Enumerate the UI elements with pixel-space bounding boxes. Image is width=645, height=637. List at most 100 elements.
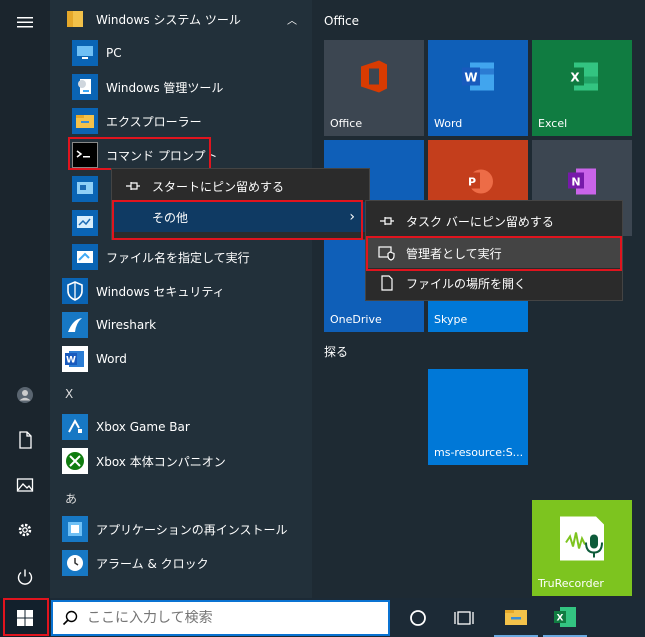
task-view-icon bbox=[454, 610, 474, 625]
xbox-game-bar-icon bbox=[62, 414, 88, 440]
powerpoint-icon: P bbox=[462, 167, 494, 200]
search-input[interactable] bbox=[87, 610, 367, 626]
file-explorer-icon bbox=[72, 108, 98, 134]
app-icon bbox=[72, 210, 98, 236]
app-label: Windows セキュリティ bbox=[96, 284, 225, 299]
app-list: Windows システム ツール ︿ PC Windows 管理ツール エクスプ… bbox=[50, 0, 312, 598]
svg-text:X: X bbox=[570, 71, 580, 85]
search-icon bbox=[53, 610, 87, 626]
tile-label: ms-resource:S... bbox=[434, 446, 524, 459]
alarm-clock-icon bbox=[62, 550, 88, 576]
power-icon[interactable] bbox=[0, 557, 50, 597]
cortana-circle-icon bbox=[410, 609, 426, 626]
onenote-icon: N bbox=[566, 167, 598, 200]
tile-label: Office bbox=[330, 117, 363, 130]
start-button[interactable] bbox=[0, 598, 50, 637]
file-explorer-icon bbox=[505, 609, 527, 625]
word-icon: W bbox=[62, 346, 88, 372]
documents-icon[interactable] bbox=[0, 420, 50, 460]
app-xbox-game-bar[interactable]: Xbox Game Bar bbox=[62, 411, 190, 443]
chevron-up-icon[interactable]: ︿ bbox=[287, 12, 297, 27]
app-label: アプリケーションの再インストール bbox=[96, 522, 288, 537]
app-pc[interactable]: PC bbox=[72, 37, 122, 69]
tile-label: Excel bbox=[538, 117, 568, 130]
app-label: Word bbox=[96, 352, 127, 366]
app-alarm-clock[interactable]: アラーム & クロック bbox=[62, 547, 209, 579]
app-label: アラーム & クロック bbox=[96, 556, 209, 571]
wireshark-fin-icon bbox=[62, 312, 88, 338]
app-reinstall[interactable]: アプリケーションの再インストール bbox=[62, 513, 288, 545]
app-xbox-companion[interactable]: Xbox 本体コンパニオン bbox=[62, 445, 226, 477]
menu-item-pin-start[interactable]: スタートにピン留めする bbox=[112, 171, 369, 201]
tile-excel[interactable]: X Excel bbox=[532, 40, 632, 136]
windows-logo-icon bbox=[17, 609, 33, 626]
taskbar-excel[interactable]: X bbox=[543, 598, 587, 637]
file-location-icon bbox=[374, 275, 400, 291]
app-label: Xbox Game Bar bbox=[96, 420, 190, 434]
menu-item-label: 管理者として実行 bbox=[406, 246, 502, 261]
command-prompt-icon bbox=[72, 142, 98, 168]
menu-item-label: その他 bbox=[152, 210, 189, 225]
pin-icon bbox=[374, 215, 400, 227]
pin-icon bbox=[120, 180, 146, 192]
tile-office[interactable]: Office bbox=[324, 40, 424, 136]
app-explorer[interactable]: エクスプローラー bbox=[72, 105, 202, 137]
pc-icon bbox=[72, 40, 98, 66]
app-wireshark[interactable]: Wireshark bbox=[62, 309, 156, 341]
microphone-icon bbox=[554, 513, 610, 568]
tile-trurecorder[interactable]: TruRecorder bbox=[532, 500, 632, 596]
hamburger-menu-icon[interactable] bbox=[0, 2, 50, 42]
app-label: Wireshark bbox=[96, 318, 157, 332]
app-label: Xbox 本体コンパニオン bbox=[96, 454, 226, 469]
admin-shield-icon bbox=[374, 245, 400, 261]
tile-label: Skype bbox=[434, 313, 468, 326]
app-windows-admin-tools[interactable]: Windows 管理ツール bbox=[72, 71, 223, 103]
app-label: ファイル名を指定して実行 bbox=[106, 250, 250, 265]
menu-item-label: タスク バーにピン留めする bbox=[406, 214, 554, 229]
app-hidden-1[interactable] bbox=[72, 173, 106, 205]
folder-windows-system-tools[interactable]: Windows システム ツール ︿ bbox=[62, 3, 307, 35]
group-label-explore: 探る bbox=[324, 345, 349, 359]
excel-icon: X bbox=[554, 606, 576, 627]
context-menu: スタートにピン留めする その他 › bbox=[111, 168, 370, 240]
chevron-right-icon: › bbox=[349, 209, 355, 225]
tile-label: TruRecorder bbox=[538, 577, 604, 590]
section-letter-a[interactable]: あ bbox=[65, 490, 77, 507]
pictures-icon[interactable] bbox=[0, 465, 50, 505]
taskbar-file-explorer[interactable] bbox=[494, 598, 538, 637]
excel-tile-icon: X bbox=[564, 61, 600, 96]
submenu: タスク バーにピン留めする 管理者として実行 ファイルの場所を開く bbox=[365, 200, 623, 301]
app-windows-security[interactable]: Windows セキュリティ bbox=[62, 275, 225, 307]
cortana-button[interactable] bbox=[396, 598, 440, 637]
app-hidden-2[interactable] bbox=[72, 207, 106, 239]
svg-text:W: W bbox=[464, 71, 477, 85]
menu-item-pin-taskbar[interactable]: タスク バーにピン留めする bbox=[366, 206, 622, 236]
app-command-prompt[interactable]: コマンド プロンプト bbox=[72, 139, 217, 171]
menu-item-label: スタートにピン留めする bbox=[152, 179, 285, 194]
svg-text:P: P bbox=[468, 176, 476, 189]
menu-item-more[interactable]: その他 › bbox=[112, 202, 369, 232]
task-view-button[interactable] bbox=[442, 598, 486, 637]
shield-icon bbox=[62, 278, 88, 304]
user-avatar-icon[interactable] bbox=[0, 375, 50, 415]
start-rail bbox=[0, 0, 50, 598]
app-label: Windows 管理ツール bbox=[106, 80, 224, 95]
folder-label: Windows システム ツール bbox=[96, 12, 241, 27]
tile-word[interactable]: W Word bbox=[428, 40, 528, 136]
app-word[interactable]: W Word bbox=[62, 343, 127, 375]
app-label: エクスプローラー bbox=[106, 114, 202, 129]
settings-gear-icon[interactable] bbox=[0, 510, 50, 550]
tile-ms-resource[interactable]: ms-resource:S... bbox=[428, 369, 528, 465]
svg-text:X: X bbox=[557, 613, 564, 623]
svg-text:N: N bbox=[571, 176, 580, 189]
taskbar-search-box[interactable] bbox=[51, 600, 390, 636]
section-letter-x[interactable]: X bbox=[65, 387, 73, 401]
app-run[interactable]: ファイル名を指定して実行 bbox=[72, 241, 250, 273]
reinstall-icon bbox=[62, 516, 88, 542]
menu-item-run-as-admin[interactable]: 管理者として実行 bbox=[366, 238, 622, 268]
menu-item-open-location[interactable]: ファイルの場所を開く bbox=[366, 268, 622, 298]
menu-item-label: ファイルの場所を開く bbox=[406, 276, 527, 291]
admin-tools-icon bbox=[72, 74, 98, 100]
app-label: PC bbox=[106, 46, 122, 60]
folder-icon bbox=[62, 6, 88, 32]
